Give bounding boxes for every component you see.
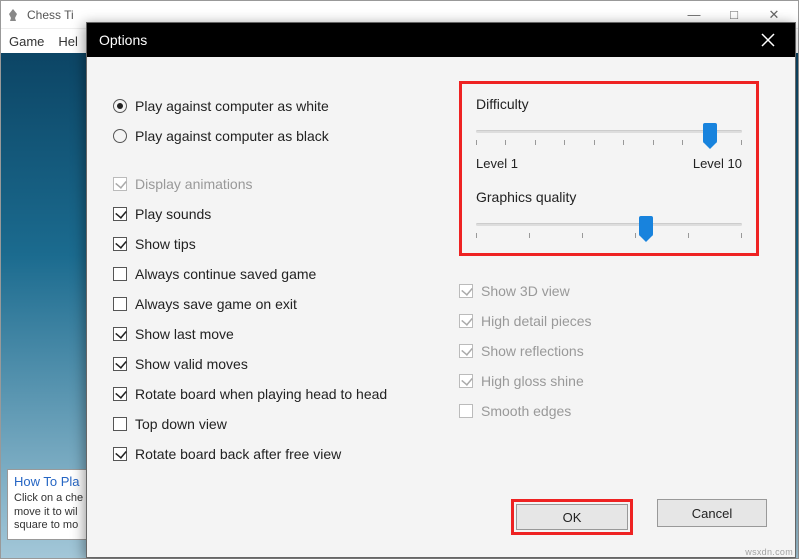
menu-game[interactable]: Game [9, 34, 44, 49]
graphics-quality-slider[interactable] [476, 215, 742, 239]
checkbox-icon [113, 417, 127, 431]
checkbox-icon [459, 284, 473, 298]
checkbox-icon [113, 387, 127, 401]
dialog-titlebar: Options [87, 23, 795, 57]
main-window-title: Chess Ti [27, 8, 674, 22]
checkbox-icon [113, 357, 127, 371]
checkbox-icon [113, 177, 127, 191]
check-show-valid-moves[interactable]: Show valid moves [113, 349, 443, 379]
left-column: Play against computer as white Play agai… [113, 91, 443, 469]
cancel-button-label: Cancel [692, 506, 732, 521]
checkbox-icon [113, 327, 127, 341]
dialog-title: Options [99, 32, 753, 48]
radio-play-as-white[interactable]: Play against computer as white [113, 91, 443, 121]
slider-track [476, 223, 742, 226]
check-label: High gloss shine [481, 373, 584, 389]
ok-button[interactable]: OK [511, 499, 633, 535]
checkbox-icon [459, 374, 473, 388]
app-icon [5, 7, 21, 23]
difficulty-label: Difficulty [476, 96, 742, 112]
sliders-highlight: Difficulty Level 1 Level 10 Graphics qua… [459, 81, 759, 256]
menu-help[interactable]: Hel [58, 34, 78, 49]
check-show-3d-view: Show 3D view [459, 276, 759, 306]
check-label: Always continue saved game [135, 266, 316, 282]
slider-thumb[interactable] [639, 216, 653, 236]
options-dialog: Options Play against computer as white P… [86, 22, 796, 558]
check-label: Play sounds [135, 206, 211, 222]
check-play-sounds[interactable]: Play sounds [113, 199, 443, 229]
ok-button-label: OK [563, 510, 582, 525]
check-display-animations: Display animations [113, 169, 443, 199]
checkbox-icon [459, 314, 473, 328]
check-label: Show tips [135, 236, 196, 252]
right-column: Difficulty Level 1 Level 10 Graphics qua… [459, 81, 759, 426]
graphics-checks: Show 3D view High detail pieces Show ref… [459, 276, 759, 426]
check-show-tips[interactable]: Show tips [113, 229, 443, 259]
check-label: Show last move [135, 326, 234, 342]
check-show-reflections: Show reflections [459, 336, 759, 366]
check-smooth-edges: Smooth edges [459, 396, 759, 426]
check-label: Show valid moves [135, 356, 248, 372]
check-show-last-move[interactable]: Show last move [113, 319, 443, 349]
close-icon[interactable] [753, 25, 783, 55]
checkbox-icon [459, 344, 473, 358]
dialog-body: Play against computer as white Play agai… [87, 57, 795, 557]
check-label: Show 3D view [481, 283, 570, 299]
check-label: Top down view [135, 416, 227, 432]
difficulty-limits: Level 1 Level 10 [476, 156, 742, 171]
radio-icon [113, 129, 127, 143]
check-label: Rotate board when playing head to head [135, 386, 387, 402]
radio-icon [113, 99, 127, 113]
cancel-button[interactable]: Cancel [657, 499, 767, 527]
checkbox-icon [113, 297, 127, 311]
check-label: High detail pieces [481, 313, 592, 329]
checkbox-icon [113, 237, 127, 251]
checkbox-icon [459, 404, 473, 418]
check-top-down-view[interactable]: Top down view [113, 409, 443, 439]
dialog-button-row: OK Cancel [511, 499, 767, 535]
check-label: Display animations [135, 176, 253, 192]
check-label: Show reflections [481, 343, 584, 359]
check-rotate-head-to-head[interactable]: Rotate board when playing head to head [113, 379, 443, 409]
checkbox-icon [113, 447, 127, 461]
difficulty-max: Level 10 [693, 156, 742, 171]
radio-label: Play against computer as black [135, 128, 329, 144]
checkbox-icon [113, 207, 127, 221]
check-always-save-on-exit[interactable]: Always save game on exit [113, 289, 443, 319]
difficulty-min: Level 1 [476, 156, 518, 171]
radio-label: Play against computer as white [135, 98, 329, 114]
graphics-quality-label: Graphics quality [476, 189, 742, 205]
check-label: Always save game on exit [135, 296, 297, 312]
check-high-gloss-shine: High gloss shine [459, 366, 759, 396]
check-label: Smooth edges [481, 403, 571, 419]
slider-ticks [476, 233, 742, 238]
watermark: wsxdn.com [745, 547, 793, 557]
check-high-detail-pieces: High detail pieces [459, 306, 759, 336]
difficulty-slider[interactable] [476, 122, 742, 146]
slider-thumb[interactable] [703, 123, 717, 143]
radio-play-as-black[interactable]: Play against computer as black [113, 121, 443, 151]
check-label: Rotate board back after free view [135, 446, 341, 462]
check-rotate-back-after-free-view[interactable]: Rotate board back after free view [113, 439, 443, 469]
check-always-continue-saved[interactable]: Always continue saved game [113, 259, 443, 289]
checkbox-icon [113, 267, 127, 281]
